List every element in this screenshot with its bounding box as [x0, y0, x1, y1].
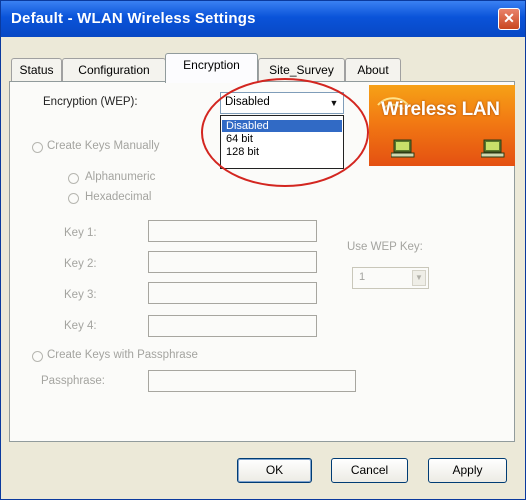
laptop-right-icon	[481, 139, 505, 158]
wireless-lan-logo: Wireless LAN	[369, 85, 515, 166]
key4-label: Key 4:	[64, 320, 97, 332]
passphrase-field[interactable]	[148, 370, 356, 392]
annotation-ring	[201, 78, 369, 187]
alphanumeric-radio[interactable]	[68, 173, 79, 184]
key2-field[interactable]	[148, 251, 317, 273]
hexadecimal-label: Hexadecimal	[85, 191, 152, 203]
tab-encryption[interactable]: Encryption	[165, 53, 258, 83]
title-bar[interactable]: Default - WLAN Wireless Settings ✕	[1, 1, 525, 37]
close-button[interactable]: ✕	[498, 8, 520, 30]
key3-label: Key 3:	[64, 289, 97, 301]
tab-site-survey-label: Site_Survey	[269, 63, 334, 77]
key1-label: Key 1:	[64, 227, 97, 239]
window-title: Default - WLAN Wireless Settings	[11, 10, 256, 27]
manual-keys-radio[interactable]	[32, 142, 43, 153]
logo-text: Wireless LAN	[381, 99, 500, 120]
tab-configuration-label: Configuration	[78, 63, 150, 77]
use-wep-key-value: 1	[359, 271, 366, 283]
cancel-button[interactable]: Cancel	[331, 458, 408, 483]
passphrase-label: Passphrase:	[41, 375, 105, 387]
key2-label: Key 2:	[64, 258, 97, 270]
tab-status[interactable]: Status	[11, 58, 62, 82]
ok-button[interactable]: OK	[237, 458, 312, 483]
apply-button-label: Apply	[452, 463, 483, 477]
dialog-window: Default - WLAN Wireless Settings ✕ Statu…	[0, 0, 526, 500]
ok-button-label: OK	[265, 463, 284, 477]
passphrase-radio-label: Create Keys with Passphrase	[47, 349, 198, 361]
encryption-label: Encryption (WEP):	[43, 96, 138, 108]
manual-keys-label: Create Keys Manually	[47, 140, 160, 152]
cancel-button-label: Cancel	[350, 463, 389, 477]
tab-status-label: Status	[19, 63, 54, 77]
key4-field[interactable]	[148, 315, 317, 337]
use-wep-key-label: Use WEP Key:	[347, 241, 423, 253]
close-icon: ✕	[503, 10, 515, 26]
passphrase-radio[interactable]	[32, 351, 43, 362]
alphanumeric-label: Alphanumeric	[85, 171, 156, 183]
apply-button[interactable]: Apply	[428, 458, 507, 483]
tab-about-label: About	[357, 63, 389, 77]
hexadecimal-radio[interactable]	[68, 193, 79, 204]
tab-encryption-label: Encryption	[183, 58, 240, 72]
use-wep-key-select[interactable]: 1 ▼	[352, 267, 429, 289]
key1-field[interactable]	[148, 220, 317, 242]
chevron-down-icon[interactable]: ▼	[412, 270, 426, 286]
laptop-left-icon	[391, 139, 415, 158]
tab-about[interactable]: About	[345, 58, 401, 82]
tab-configuration[interactable]: Configuration	[62, 58, 166, 82]
key3-field[interactable]	[148, 282, 317, 304]
